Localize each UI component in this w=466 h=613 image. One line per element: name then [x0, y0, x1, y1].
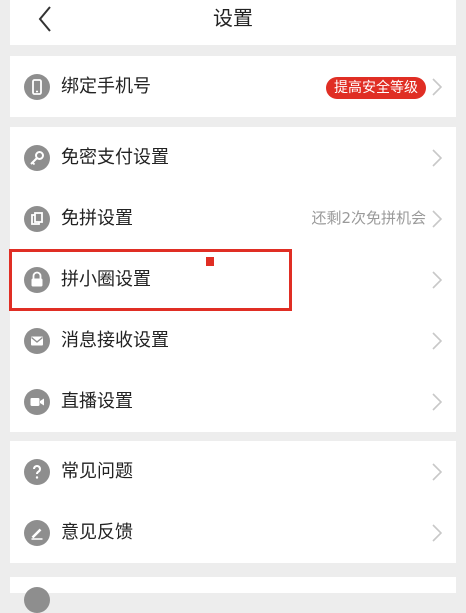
highlight-marker [206, 257, 214, 266]
security-level-badge: 提高安全等级 [326, 77, 426, 99]
faq-row[interactable]: 常见问题 [10, 441, 456, 502]
group-free-label: 免拼设置 [61, 208, 133, 229]
chevron-right-icon [432, 463, 442, 481]
password-free-payment-row[interactable]: 免密支付设置 [10, 127, 456, 188]
key-icon [24, 145, 50, 171]
chevron-right-icon [432, 393, 442, 411]
message-settings-label: 消息接收设置 [61, 330, 169, 351]
chevron-right-icon [432, 271, 442, 289]
envelope-icon [24, 328, 50, 354]
pin-circle-settings-label: 拼小圈设置 [61, 269, 151, 290]
account-group: 绑定手机号 提高安全等级 [10, 56, 456, 117]
next-group-partial [10, 577, 456, 613]
help-group: 常见问题 意见反馈 [10, 441, 456, 563]
top-bar: 设置 [10, 0, 456, 45]
coupon-icon [24, 206, 50, 232]
question-icon [24, 459, 50, 485]
live-settings-row[interactable]: 直播设置 [10, 371, 456, 432]
chevron-right-icon [432, 210, 442, 228]
pencil-icon [24, 520, 50, 546]
video-camera-icon [24, 389, 50, 415]
bind-phone-label: 绑定手机号 [61, 76, 151, 97]
partial-icon [24, 587, 50, 613]
group-free-remaining-hint: 还剩2次免拼机会 [311, 209, 426, 227]
chevron-right-icon [432, 149, 442, 167]
password-free-payment-label: 免密支付设置 [61, 147, 169, 168]
bind-phone-row[interactable]: 绑定手机号 提高安全等级 [10, 56, 456, 117]
chevron-right-icon [432, 332, 442, 350]
settings-group: 免密支付设置 免拼设置 还剩2次免拼机会 拼小圈设置 消息接收设置 直播设置 [10, 127, 456, 432]
pin-circle-settings-row[interactable]: 拼小圈设置 [10, 249, 456, 310]
lock-icon [24, 267, 50, 293]
feedback-label: 意见反馈 [61, 522, 133, 543]
faq-label: 常见问题 [61, 461, 133, 482]
group-free-row[interactable]: 免拼设置 还剩2次免拼机会 [10, 188, 456, 249]
phone-icon [24, 74, 50, 100]
page-title: 设置 [213, 6, 253, 30]
live-settings-label: 直播设置 [61, 391, 133, 412]
message-settings-row[interactable]: 消息接收设置 [10, 310, 456, 371]
feedback-row[interactable]: 意见反馈 [10, 502, 456, 563]
chevron-right-icon [432, 78, 442, 96]
chevron-right-icon [432, 524, 442, 542]
